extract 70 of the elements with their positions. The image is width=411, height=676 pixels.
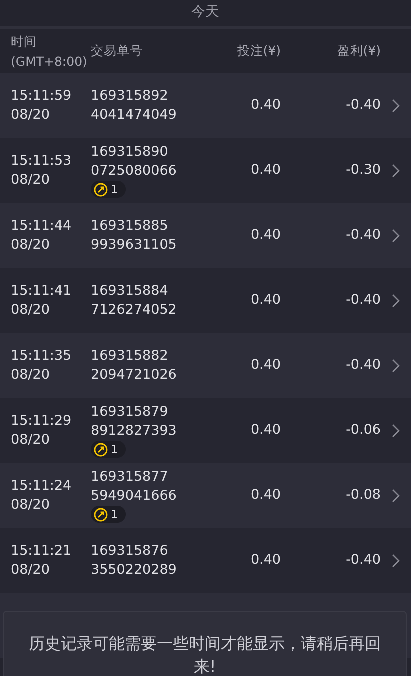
stake-amount: 0.40 [250,291,281,310]
chevron-right-icon [392,358,400,372]
table-row[interactable]: 15:11:35 08/20 169315882 2094721026 0.40 -0.40 [0,333,411,398]
count-text: 1 [111,507,118,522]
order-number: 169315877 [91,468,170,487]
time-text: 15:11:53 [11,152,73,170]
profit-amount: -0.40 [345,291,381,310]
order-number: 3550220289 [91,560,178,580]
order-number: 5949041666 [91,487,178,506]
table-row[interactable]: 15:11:44 08/20 169315885 9939631105 0.40 -0.40 [0,203,411,268]
column-header: 时间 [11,34,38,50]
column-header: 盈利(¥) [336,42,381,60]
page-title: 今天 [192,3,220,22]
profit-amount: -0.40 [345,226,381,245]
time-text: 15:11:24 [11,476,73,496]
profit-amount: -0.08 [345,486,381,505]
chevron-right-icon [392,98,400,112]
column-header: 投注(¥) [236,42,281,60]
chevron-right-icon [392,294,400,308]
date-text: 08/20 [11,560,51,580]
history-toast: 历史记录可能需要一些时间才能显示，请稍后再回来! [3,611,407,676]
count-text: 1 [111,442,118,457]
date-text: 08/20 [11,170,51,190]
order-number: 169315892 [91,86,170,106]
order-number: 9939631105 [91,236,178,254]
order-number: 0725080066 [91,162,178,181]
date-text: 08/20 [11,496,51,514]
table-row[interactable]: 15:11:59 08/20 169315892 4041474049 0.40 -0.40 [0,73,411,138]
profit-amount: -0.40 [345,356,381,375]
table-row[interactable]: 15:11:24 08/20 169315877 5949041666 1 0.40 -0.08 [0,463,411,528]
time-text: 15:11:29 [11,412,73,430]
date-text: 08/20 [11,236,51,254]
date-text: 08/20 [11,300,51,320]
profit-amount: -0.06 [345,421,381,440]
chevron-right-icon [392,488,400,502]
time-text: 15:11:35 [11,346,73,366]
stake-amount: 0.40 [250,161,281,180]
column-header: 交易单号 [91,42,144,60]
profit-amount: -0.40 [345,551,381,570]
chevron-right-icon [392,164,400,178]
time-text: 15:11:21 [11,542,73,560]
stake-amount: 0.40 [250,226,281,245]
chevron-right-icon [392,228,400,242]
chevron-right-icon [392,424,400,438]
order-number: 169315876 [91,542,170,560]
order-number: 8912827393 [91,422,178,441]
stake-amount: 0.40 [250,421,281,440]
count-text: 1 [111,182,118,197]
order-number: 7126274052 [91,300,178,320]
order-number: 169315884 [91,282,170,300]
order-number: 169315890 [91,143,170,162]
time-text: 15:11:59 [11,86,73,106]
date-text: 08/20 [11,366,51,384]
stake-amount: 0.40 [250,551,281,570]
date-text: 08/20 [11,106,51,124]
chevron-right-icon [392,554,400,568]
order-number: 2094721026 [91,366,178,384]
profit-amount: -0.40 [345,96,381,115]
stake-amount: 0.40 [250,486,281,505]
date-text: 08/20 [11,430,51,450]
stake-amount: 0.40 [250,96,281,115]
order-number: 4041474049 [91,106,178,124]
column-header: (GMT+8:00) [11,54,88,68]
order-number: 169315882 [91,346,170,366]
order-number: 169315879 [91,403,170,422]
time-text: 15:11:44 [11,216,73,236]
profit-amount: -0.30 [345,161,381,180]
order-number: 169315885 [91,216,170,236]
stake-amount: 0.40 [250,356,281,375]
time-text: 15:11:41 [11,282,73,300]
